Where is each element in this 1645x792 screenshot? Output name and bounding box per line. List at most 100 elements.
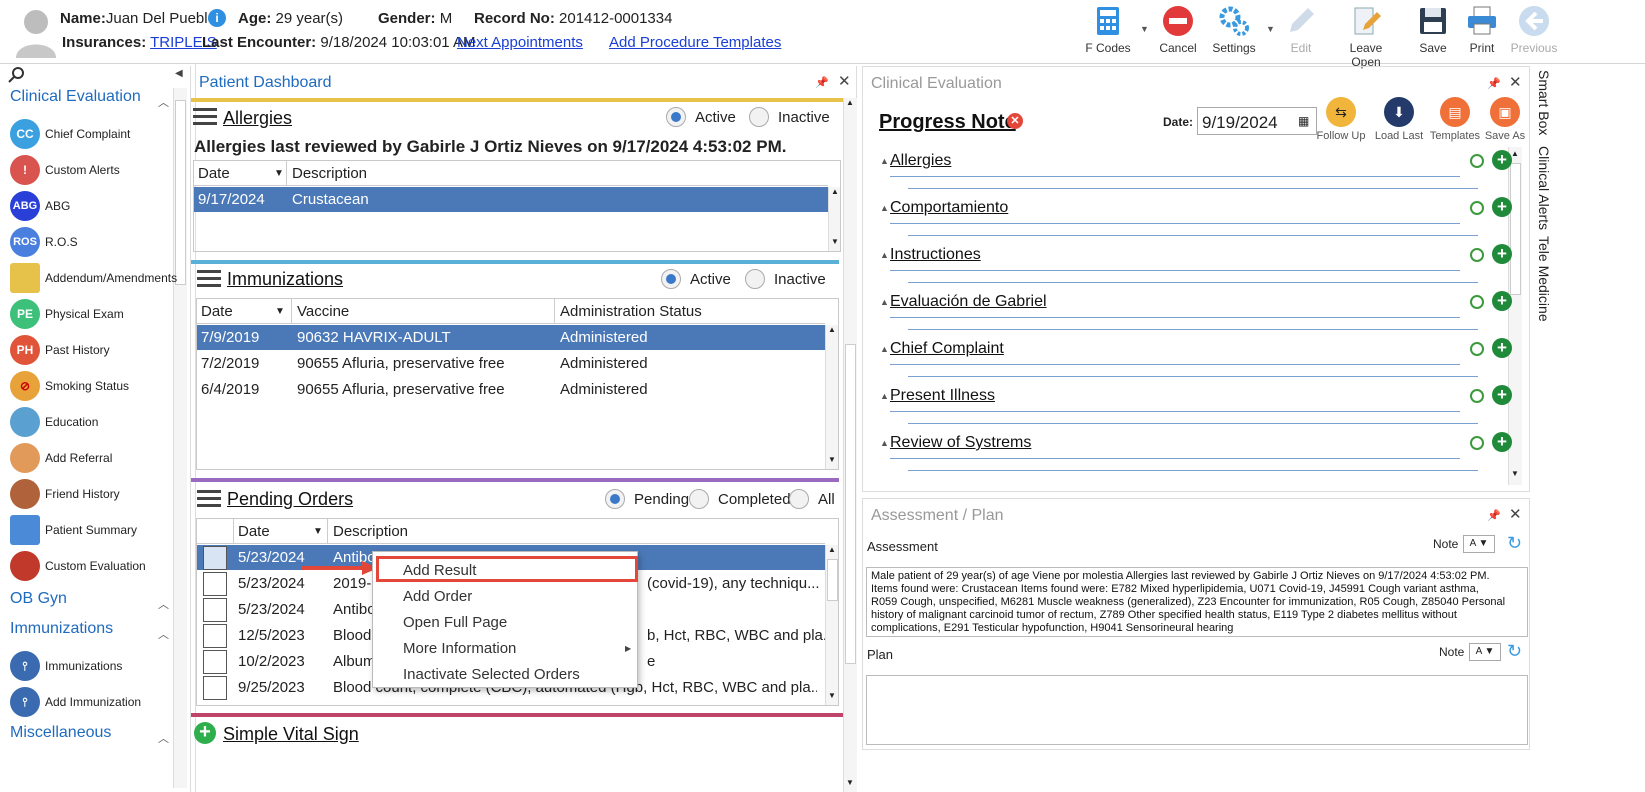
column-header-date[interactable]: Date bbox=[198, 165, 230, 182]
section-immunizations[interactable]: Immunizations bbox=[10, 620, 113, 638]
sidebar-item-add-referral[interactable]: Add Referral bbox=[10, 442, 185, 474]
column-header-description[interactable]: Description bbox=[333, 523, 408, 540]
chevron-up-icon[interactable]: ︿ bbox=[158, 596, 169, 612]
chevron-up-icon[interactable]: ︿ bbox=[158, 730, 169, 746]
refresh-icon[interactable]: ↻ bbox=[1507, 533, 1522, 554]
orders-all-radio[interactable]: All bbox=[789, 489, 835, 509]
add-icon[interactable]: + bbox=[1492, 197, 1512, 217]
menu-icon[interactable] bbox=[193, 108, 217, 126]
follow-up-button[interactable]: ⇆ Follow Up bbox=[1311, 97, 1371, 147]
load-last-button[interactable]: ⬇ Load Last bbox=[1369, 97, 1429, 147]
fcodes-button[interactable]: F Codes bbox=[1078, 4, 1138, 60]
previous-button[interactable]: Previous bbox=[1504, 4, 1564, 60]
add-icon[interactable]: + bbox=[1492, 291, 1512, 311]
table-scrollbar[interactable]: ▲ ▼ bbox=[825, 325, 838, 469]
remove-note-icon[interactable]: ✕ bbox=[1007, 113, 1023, 129]
table-row[interactable]: 7/2/2019 90655 Afluria, preservative fre… bbox=[197, 351, 825, 376]
close-icon[interactable]: ✕ bbox=[838, 72, 851, 90]
allergies-active-radio[interactable]: Active bbox=[666, 107, 736, 127]
clinical-section-evaluacion[interactable]: ▲ Evaluación de Gabriel + bbox=[880, 287, 1512, 330]
edit-button[interactable]: Edit bbox=[1271, 4, 1331, 60]
sidebar-item-education[interactable]: Education bbox=[10, 406, 185, 438]
menu-item-open-full-page[interactable]: Open Full Page bbox=[403, 614, 507, 631]
section-miscellaneous[interactable]: Miscellaneous bbox=[10, 724, 111, 742]
alarm-icon[interactable] bbox=[1470, 248, 1484, 262]
chevron-up-icon[interactable]: ︿ bbox=[158, 626, 169, 642]
row-checkbox[interactable] bbox=[203, 624, 227, 648]
leave-open-button[interactable]: Leave Open bbox=[1336, 4, 1396, 69]
add-icon[interactable]: + bbox=[1492, 150, 1512, 170]
alarm-icon[interactable] bbox=[1470, 342, 1484, 356]
column-header-vaccine[interactable]: Vaccine bbox=[297, 303, 349, 320]
alarm-icon[interactable] bbox=[1470, 436, 1484, 450]
table-scrollbar[interactable]: ▲ ▼ bbox=[825, 545, 838, 705]
table-scrollbar[interactable]: ▲ ▼ bbox=[828, 187, 840, 251]
sort-icon[interactable]: ▼ bbox=[274, 168, 284, 179]
column-header-date[interactable]: Date bbox=[238, 523, 270, 540]
sidebar-item-custom-evaluation[interactable]: Custom Evaluation bbox=[10, 550, 185, 582]
allergies-heading[interactable]: Allergies bbox=[223, 108, 292, 129]
sidebar-item-add-immunization[interactable]: ⫯ Add Immunization bbox=[10, 686, 185, 718]
calendar-icon[interactable]: ▦ bbox=[1298, 114, 1309, 128]
next-appointments-link[interactable]: Next Appointments bbox=[457, 34, 583, 51]
collapse-sidebar-icon[interactable]: ◀ bbox=[175, 68, 183, 79]
row-checkbox[interactable] bbox=[203, 676, 227, 700]
search-icon[interactable] bbox=[8, 66, 26, 84]
note-format-dropdown[interactable]: A ▼ bbox=[1469, 643, 1501, 661]
close-icon[interactable]: ✕ bbox=[1509, 505, 1522, 523]
sidebar-item-abg[interactable]: ABG ABG bbox=[10, 190, 185, 222]
clinical-scrollbar[interactable]: ▲ ▼ bbox=[1508, 147, 1522, 485]
sidebar-item-custom-alerts[interactable]: ! Custom Alerts bbox=[10, 154, 185, 186]
clinical-section-review-of-systems[interactable]: ▲ Review of Systrems + bbox=[880, 428, 1512, 471]
sidebar-item-chief-complaint[interactable]: CC Chief Complaint bbox=[10, 118, 185, 150]
info-icon[interactable]: i bbox=[208, 9, 226, 27]
print-button[interactable]: Print bbox=[1452, 4, 1512, 60]
add-vital-sign-icon[interactable]: + bbox=[194, 722, 216, 744]
clinical-section-comportamiento[interactable]: ▲ Comportamiento + bbox=[880, 193, 1512, 236]
sidebar-item-friend-history[interactable]: Friend History bbox=[10, 478, 185, 510]
row-checkbox[interactable] bbox=[203, 546, 227, 570]
allergies-inactive-radio[interactable]: Inactive bbox=[749, 107, 830, 127]
pending-orders-heading[interactable]: Pending Orders bbox=[227, 489, 353, 510]
sidebar-item-immunizations[interactable]: ⫯ Immunizations bbox=[10, 650, 185, 682]
column-header-description[interactable]: Description bbox=[292, 165, 367, 182]
cancel-button[interactable]: Cancel bbox=[1148, 4, 1208, 60]
note-format-dropdown[interactable]: A ▼ bbox=[1463, 535, 1495, 553]
alarm-icon[interactable] bbox=[1470, 295, 1484, 309]
orders-completed-radio[interactable]: Completed bbox=[689, 489, 791, 509]
column-header-date[interactable]: Date bbox=[201, 303, 233, 320]
add-procedure-templates-link[interactable]: Add Procedure Templates bbox=[609, 34, 781, 51]
sidebar-item-patient-summary[interactable]: Patient Summary bbox=[10, 514, 185, 546]
date-field[interactable]: 9/19/2024 ▦ bbox=[1197, 107, 1317, 135]
tab-clinical-alerts[interactable]: Clinical Alerts bbox=[1536, 146, 1552, 230]
menu-item-inactivate-selected-orders[interactable]: Inactivate Selected Orders bbox=[403, 666, 580, 683]
section-ob-gyn[interactable]: OB Gyn bbox=[10, 590, 67, 608]
add-icon[interactable]: + bbox=[1492, 385, 1512, 405]
alarm-icon[interactable] bbox=[1470, 201, 1484, 215]
save-as-button[interactable]: ▣ Save As bbox=[1477, 97, 1533, 147]
menu-icon[interactable] bbox=[197, 490, 221, 508]
row-checkbox[interactable] bbox=[203, 598, 227, 622]
immunizations-heading[interactable]: Immunizations bbox=[227, 269, 343, 290]
pin-icon[interactable]: 📌 bbox=[1487, 77, 1501, 90]
pin-icon[interactable]: 📌 bbox=[1487, 509, 1501, 522]
immunizations-inactive-radio[interactable]: Inactive bbox=[745, 269, 826, 289]
menu-item-add-order[interactable]: Add Order bbox=[403, 588, 472, 605]
alarm-icon[interactable] bbox=[1470, 154, 1484, 168]
close-icon[interactable]: ✕ bbox=[1509, 73, 1522, 91]
add-icon[interactable]: + bbox=[1492, 432, 1512, 452]
templates-button[interactable]: ▤ Templates bbox=[1425, 97, 1485, 147]
orders-pending-radio[interactable]: Pending bbox=[605, 489, 689, 509]
row-checkbox[interactable] bbox=[203, 572, 227, 596]
clinical-section-allergies[interactable]: ▲ Allergies + bbox=[880, 146, 1512, 189]
pin-icon[interactable]: 📌 bbox=[815, 76, 829, 89]
sidebar-item-past-history[interactable]: PH Past History bbox=[10, 334, 185, 366]
clinical-section-chief-complaint[interactable]: ▲ Chief Complaint + bbox=[880, 334, 1512, 377]
add-icon[interactable]: + bbox=[1492, 244, 1512, 264]
sidebar-item-smoking-status[interactable]: ⊘ Smoking Status bbox=[10, 370, 185, 402]
chevron-up-icon[interactable]: ︿ bbox=[158, 94, 169, 110]
section-clinical-evaluation[interactable]: Clinical Evaluation bbox=[10, 88, 141, 106]
assessment-textarea[interactable]: Male patient of 29 year(s) of age Viene … bbox=[866, 567, 1528, 637]
sidebar-item-addendum[interactable]: Addendum/Amendments bbox=[10, 262, 185, 294]
immunizations-active-radio[interactable]: Active bbox=[661, 269, 731, 289]
